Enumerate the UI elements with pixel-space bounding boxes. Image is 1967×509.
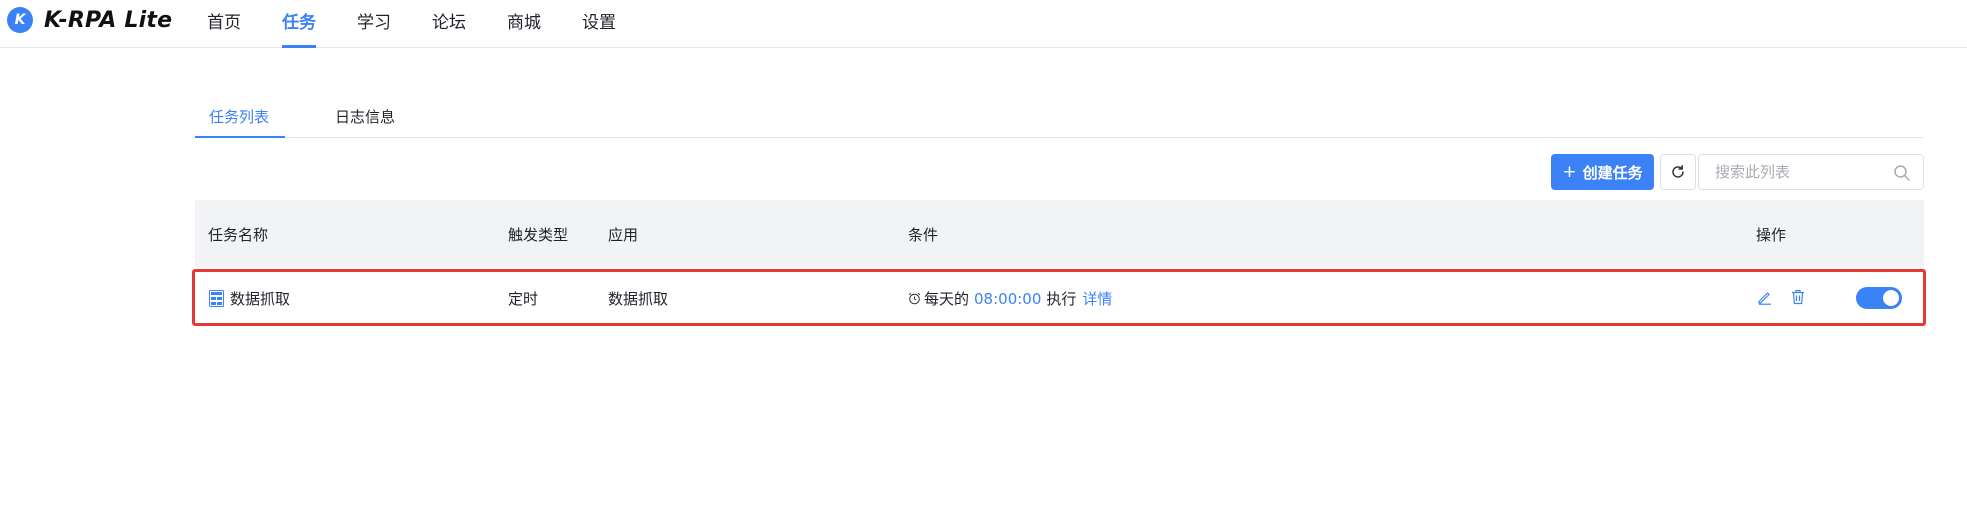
- task-table-icon: [209, 290, 224, 307]
- app-logo-icon: K: [7, 7, 33, 33]
- task-name[interactable]: 数据抓取: [230, 288, 290, 309]
- column-header-actions: 操作: [1756, 226, 1787, 244]
- top-bar: K K-RPA Lite 首页 任务 学习 论坛 商城 设置: [0, 0, 1967, 48]
- search-input[interactable]: [1713, 155, 1883, 189]
- nav-item-home[interactable]: 首页: [207, 0, 241, 48]
- nav-item-tasks[interactable]: 任务: [282, 0, 316, 48]
- delete-icon[interactable]: [1789, 288, 1807, 306]
- task-name-cell: 数据抓取: [209, 288, 290, 309]
- condition-detail-link[interactable]: 详情: [1082, 288, 1112, 309]
- tab-log-info[interactable]: 日志信息: [335, 106, 395, 127]
- search-icon[interactable]: [1893, 164, 1911, 182]
- column-header-app: 应用: [608, 226, 639, 244]
- refresh-button[interactable]: [1660, 154, 1696, 190]
- condition-suffix: 执行: [1046, 290, 1077, 308]
- main-nav: 首页 任务 学习 论坛 商城 设置: [207, 0, 657, 48]
- nav-item-forum[interactable]: 论坛: [432, 0, 466, 48]
- column-header-trigger: 触发类型: [508, 226, 569, 244]
- search-box: [1698, 154, 1924, 190]
- edit-icon[interactable]: [1756, 288, 1774, 306]
- column-header-name: 任务名称: [208, 226, 269, 244]
- create-task-button[interactable]: + 创建任务: [1551, 154, 1654, 190]
- create-task-label: 创建任务: [1582, 163, 1643, 182]
- alarm-clock-icon: [908, 292, 921, 305]
- condition-cell: 每天的 08:00:00 执行 详情: [908, 288, 1112, 309]
- table-header: 任务名称 触发类型 应用 条件 操作: [195, 200, 1924, 268]
- app-name: K-RPA Lite: [44, 7, 173, 33]
- condition-prefix: 每天的: [924, 290, 970, 308]
- refresh-icon: [1672, 165, 1684, 178]
- trigger-type-cell: 定时: [508, 290, 539, 308]
- nav-item-store[interactable]: 商城: [507, 0, 541, 48]
- nav-item-learn[interactable]: 学习: [357, 0, 391, 48]
- brand[interactable]: K K-RPA Lite: [7, 7, 172, 33]
- table-row: 数据抓取 定时 数据抓取 每天的 08:00:00 执行 详情: [195, 270, 1924, 324]
- sub-tabs: 任务列表 日志信息: [195, 98, 1924, 138]
- task-enabled-toggle[interactable]: [1856, 287, 1902, 309]
- active-tab-indicator: [195, 136, 285, 138]
- tab-task-list[interactable]: 任务列表: [209, 106, 269, 127]
- condition-time: 08:00:00: [974, 289, 1042, 308]
- app-cell: 数据抓取: [608, 290, 669, 308]
- nav-item-settings[interactable]: 设置: [582, 0, 616, 48]
- toggle-knob: [1883, 290, 1899, 306]
- column-header-condition: 条件: [908, 226, 939, 244]
- plus-icon: +: [1562, 162, 1577, 182]
